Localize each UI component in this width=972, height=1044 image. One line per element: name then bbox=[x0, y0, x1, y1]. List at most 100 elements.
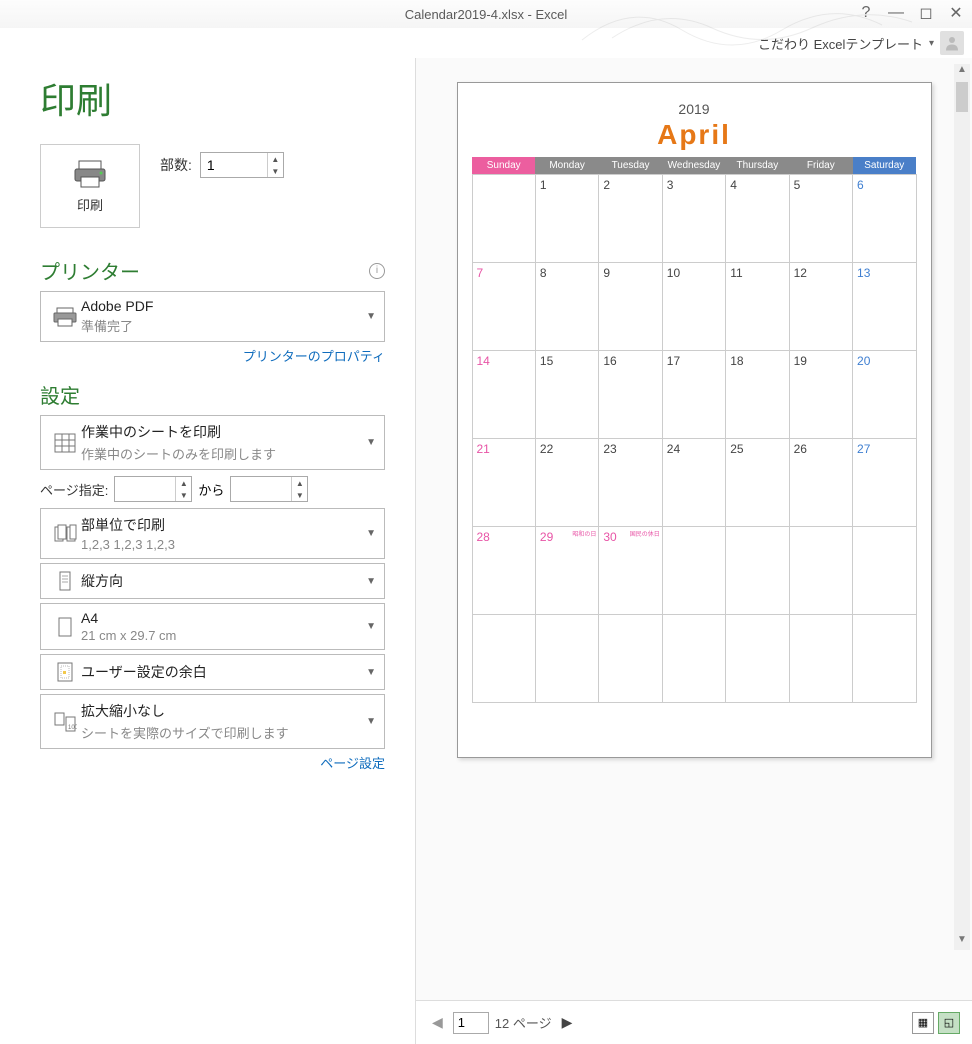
avatar[interactable] bbox=[940, 31, 964, 55]
calendar-cell bbox=[789, 615, 852, 703]
calendar-cell: 24 bbox=[662, 439, 725, 527]
portrait-icon bbox=[53, 570, 77, 592]
calendar-day-header: Wednesday bbox=[662, 157, 725, 175]
calendar-cell bbox=[472, 615, 535, 703]
calendar-cell: 1 bbox=[535, 175, 598, 263]
calendar-month: April bbox=[472, 119, 917, 151]
page-range-label: ページ指定: bbox=[40, 480, 108, 499]
restore-icon[interactable]: ◻ bbox=[916, 3, 936, 23]
printer-section-title: プリンター bbox=[40, 256, 140, 285]
scroll-thumb[interactable] bbox=[956, 82, 968, 112]
copies-label: 部数: bbox=[160, 155, 192, 175]
copies-input[interactable] bbox=[201, 153, 267, 177]
printer-small-icon bbox=[53, 306, 77, 328]
print-preview: 2019 April SundayMondayTuesdayWednesdayT… bbox=[416, 58, 972, 1000]
minimize-icon[interactable]: — bbox=[886, 4, 906, 22]
page-title: 印刷 bbox=[40, 72, 385, 124]
chevron-down-icon: ▼ bbox=[366, 621, 376, 632]
print-button-label: 印刷 bbox=[77, 195, 103, 214]
user-name[interactable]: こだわり Excelテンプレート bbox=[758, 34, 923, 53]
chevron-down-icon[interactable]: ▾ bbox=[929, 38, 934, 49]
calendar-cell: 14 bbox=[472, 351, 535, 439]
calendar-cell bbox=[789, 527, 852, 615]
page-to-input[interactable] bbox=[231, 477, 291, 501]
sheets-icon bbox=[53, 432, 77, 454]
calendar-cell: 5 bbox=[789, 175, 852, 263]
calendar-cell: 16 bbox=[599, 351, 662, 439]
calendar-cell: 2 bbox=[599, 175, 662, 263]
calendar-cell: 9 bbox=[599, 263, 662, 351]
page-from-input[interactable] bbox=[115, 477, 175, 501]
spinner-down-icon[interactable]: ▼ bbox=[176, 489, 191, 501]
margins-icon bbox=[53, 661, 77, 683]
spinner-down-icon[interactable]: ▼ bbox=[268, 165, 283, 177]
calendar-year: 2019 bbox=[472, 101, 917, 117]
print-button[interactable]: 印刷 bbox=[40, 144, 140, 228]
calendar-cell: 15 bbox=[535, 351, 598, 439]
calendar-cell bbox=[853, 527, 916, 615]
calendar-cell: 6 bbox=[853, 175, 916, 263]
calendar-cell: 13 bbox=[853, 263, 916, 351]
window-title: Calendar2019-4.xlsx - Excel bbox=[405, 7, 568, 22]
vertical-scrollbar[interactable]: ▲ ▼ bbox=[954, 64, 970, 950]
prev-page-icon[interactable]: ◀ bbox=[428, 1012, 447, 1033]
page-setup-link[interactable]: ページ設定 bbox=[320, 756, 385, 771]
next-page-icon[interactable]: ▶ bbox=[558, 1012, 577, 1033]
spinner-down-icon[interactable]: ▼ bbox=[292, 489, 307, 501]
collate-dropdown[interactable]: 部単位で印刷 1,2,3 1,2,3 1,2,3 ▼ bbox=[40, 508, 385, 559]
calendar-cell bbox=[535, 615, 598, 703]
print-what-dropdown[interactable]: 作業中のシートを印刷 作業中のシートのみを印刷します ▼ bbox=[40, 415, 385, 470]
calendar-cell: 3 bbox=[662, 175, 725, 263]
printer-dropdown[interactable]: Adobe PDF 準備完了 ▼ bbox=[40, 291, 385, 342]
copies-spinner[interactable]: ▲▼ bbox=[200, 152, 284, 178]
chevron-down-icon: ▼ bbox=[366, 311, 376, 322]
help-icon[interactable]: ? bbox=[856, 4, 876, 22]
preview-page: 2019 April SundayMondayTuesdayWednesdayT… bbox=[457, 82, 932, 758]
collate-icon bbox=[53, 523, 77, 545]
print-settings-panel: 印刷 印刷 部数: ▲▼ プリンター i Adobe PDF 準備完了 bbox=[0, 58, 415, 1044]
spinner-up-icon[interactable]: ▲ bbox=[268, 153, 283, 165]
calendar-cell: 23 bbox=[599, 439, 662, 527]
paper-size-dropdown[interactable]: A4 21 cm x 29.7 cm ▼ bbox=[40, 603, 385, 650]
printer-properties-link[interactable]: プリンターのプロパティ bbox=[243, 349, 385, 364]
printer-name: Adobe PDF bbox=[81, 298, 366, 314]
calendar-cell: 28 bbox=[472, 527, 535, 615]
chevron-down-icon: ▼ bbox=[366, 437, 376, 448]
calendar-cell: 8 bbox=[535, 263, 598, 351]
page-range-row: ページ指定: ▲▼ から ▲▼ bbox=[40, 476, 385, 502]
calendar-cell: 10 bbox=[662, 263, 725, 351]
printer-icon bbox=[73, 159, 107, 189]
calendar-cell: 27 bbox=[853, 439, 916, 527]
info-icon[interactable]: i bbox=[369, 263, 385, 279]
spinner-up-icon[interactable]: ▲ bbox=[176, 477, 191, 489]
show-margins-button[interactable]: ▦ bbox=[912, 1012, 934, 1034]
margins-dropdown[interactable]: ユーザー設定の余白 ▼ bbox=[40, 654, 385, 690]
printer-status: 準備完了 bbox=[81, 316, 366, 335]
zoom-to-page-button[interactable]: ◱ bbox=[938, 1012, 960, 1034]
calendar-cell: 21 bbox=[472, 439, 535, 527]
scaling-dropdown[interactable]: 100 拡大縮小なし シートを実際のサイズで印刷します ▼ bbox=[40, 694, 385, 749]
calendar-day-header: Monday bbox=[535, 157, 598, 175]
calendar-cell bbox=[662, 527, 725, 615]
scroll-up-icon[interactable]: ▲ bbox=[954, 64, 970, 80]
calendar-cell: 12 bbox=[789, 263, 852, 351]
scale-icon: 100 bbox=[53, 711, 77, 733]
calendar-cell: 18 bbox=[726, 351, 789, 439]
calendar-cell bbox=[599, 615, 662, 703]
calendar-cell: 25 bbox=[726, 439, 789, 527]
calendar-cell: 4 bbox=[726, 175, 789, 263]
chevron-down-icon: ▼ bbox=[366, 716, 376, 727]
calendar-day-header: Friday bbox=[789, 157, 852, 175]
title-bar: Calendar2019-4.xlsx - Excel ? — ◻ ✕ bbox=[0, 0, 972, 28]
close-icon[interactable]: ✕ bbox=[946, 3, 966, 23]
calendar-day-header: Sunday bbox=[472, 157, 535, 175]
preview-nav: ◀ 12 ページ ▶ ▦ ◱ bbox=[416, 1000, 972, 1044]
calendar-day-header: Tuesday bbox=[599, 157, 662, 175]
chevron-down-icon: ▼ bbox=[366, 528, 376, 539]
calendar-cell: 17 bbox=[662, 351, 725, 439]
calendar-cell: 30国民の休日 bbox=[599, 527, 662, 615]
spinner-up-icon[interactable]: ▲ bbox=[292, 477, 307, 489]
orientation-dropdown[interactable]: 縦方向 ▼ bbox=[40, 563, 385, 599]
current-page-input[interactable] bbox=[453, 1012, 489, 1034]
scroll-down-icon[interactable]: ▼ bbox=[954, 934, 970, 950]
